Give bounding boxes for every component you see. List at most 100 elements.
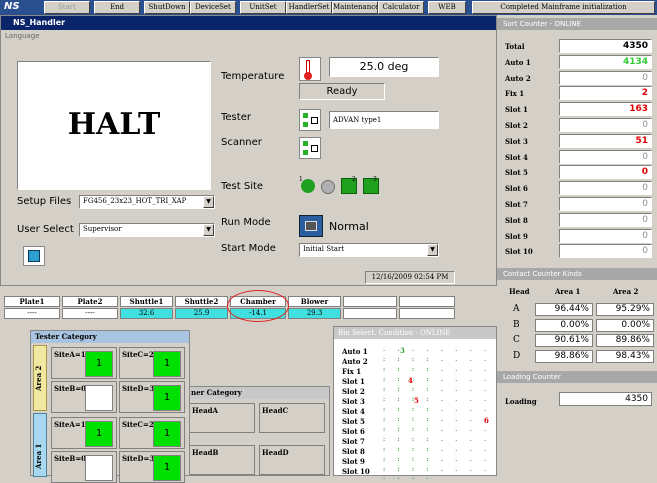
contact-row-area2: 95.29% bbox=[596, 303, 654, 316]
sort-row-label: Slot 7 bbox=[505, 200, 528, 209]
sort-row-value: 0 bbox=[559, 212, 652, 227]
tester-site-label: SiteA=1 bbox=[54, 420, 86, 429]
tester-site-value bbox=[85, 385, 113, 411]
tester-icon bbox=[299, 109, 321, 131]
web-button[interactable]: WEB bbox=[428, 1, 466, 14]
bin-row-label: Fix 1 bbox=[342, 367, 362, 376]
sort-row-value: 163 bbox=[559, 102, 652, 117]
run-mode-label: Run Mode bbox=[221, 217, 271, 228]
sort-row-label: Slot 6 bbox=[505, 184, 528, 194]
tester-site-box[interactable]: SiteA=1 1 bbox=[51, 347, 117, 379]
sort-row-label: Slot 5 bbox=[505, 168, 528, 178]
contact-row-head: D bbox=[513, 350, 521, 361]
plate2-value: ---- bbox=[62, 308, 118, 319]
sort-row-value: 2 bbox=[559, 86, 652, 101]
bin-row-label: Slot 6 bbox=[342, 427, 365, 436]
sort-row-label: Slot 10 bbox=[505, 247, 533, 257]
halt-display: HALT bbox=[17, 61, 211, 190]
tester-site-box[interactable]: SiteB=0 bbox=[51, 451, 117, 483]
thermometer-icon bbox=[299, 57, 321, 81]
tester-site-box[interactable]: SiteD=3 1 bbox=[119, 451, 185, 483]
chamber-highlight-circle bbox=[227, 290, 289, 322]
tester-site-value: 1 bbox=[153, 385, 181, 411]
sort-row-value: 0 bbox=[559, 244, 652, 259]
sort-row-label: Slot 4 bbox=[505, 152, 528, 162]
chevron-down-icon[interactable]: ▼ bbox=[427, 244, 438, 256]
sort-row-value: 0 bbox=[559, 165, 652, 180]
tester-site-box[interactable]: SiteA=1 1 bbox=[51, 417, 117, 449]
chevron-down-icon[interactable]: ▼ bbox=[203, 224, 214, 236]
empty-value-1 bbox=[343, 308, 397, 319]
door-icon[interactable] bbox=[23, 246, 45, 266]
top-toolbar: NS Start End ShutDown DeviceSet UnitSet … bbox=[0, 0, 657, 15]
tester-site-box[interactable]: SiteC=2 1 bbox=[119, 347, 185, 379]
sort-row-value: 0 bbox=[559, 70, 652, 85]
plate1-header: Plate1 bbox=[4, 296, 60, 307]
area1-label: Area 1 bbox=[34, 443, 43, 469]
deviceset-button[interactable]: DeviceSet bbox=[190, 1, 236, 14]
calculator-button[interactable]: Calculator bbox=[378, 1, 424, 14]
bin-row-dots: · · · · · · · · · · · · bbox=[382, 467, 491, 483]
tester-site-label: SiteB=0 bbox=[54, 384, 87, 393]
bin-row-label: Slot 5 bbox=[342, 417, 365, 426]
contact-row-head: B bbox=[513, 319, 520, 330]
shutdown-button[interactable]: ShutDown bbox=[144, 1, 190, 14]
bin-row-label: Slot 9 bbox=[342, 457, 365, 466]
shuttle2-header: Shuttle2 bbox=[175, 296, 228, 307]
right-panel: Sort Counter - ONLINE Total 4350 Auto 1 413… bbox=[497, 15, 657, 476]
start-mode-select[interactable]: Initial Start ▼ bbox=[299, 243, 439, 257]
tester-category-window: Tester Category Area 2 Area 1 SiteA=1 1 Si… bbox=[30, 330, 190, 483]
setup-files-select[interactable]: FG456_23x23_HOT_TRI_XAP ▼ bbox=[79, 195, 215, 209]
bin-row-label: Slot 4 bbox=[342, 407, 365, 416]
tester-site-value: 1 bbox=[153, 351, 181, 377]
main-window: NS_Handler Language HALT Temperature 25.… bbox=[0, 15, 497, 286]
bin-row-label: Slot 2 bbox=[342, 387, 365, 396]
contact-area1-header: Area 1 bbox=[555, 287, 581, 296]
setup-files-value: FG456_23x23_HOT_TRI_XAP bbox=[83, 197, 187, 205]
end-button[interactable]: End bbox=[94, 1, 140, 14]
tester-site-value: 1 bbox=[85, 421, 113, 447]
user-select-label: User Select bbox=[17, 224, 74, 235]
shuttle1-value: 32.6 bbox=[120, 308, 173, 319]
test-site-label: Test Site bbox=[221, 181, 264, 192]
language-menu[interactable]: Language bbox=[5, 32, 40, 40]
chevron-down-icon[interactable]: ▼ bbox=[203, 196, 214, 208]
unitset-button[interactable]: UnitSet bbox=[240, 1, 286, 14]
tester-label: Tester bbox=[221, 112, 251, 123]
sort-row-value: 0 bbox=[559, 118, 652, 132]
shuttle1-header: Shuttle1 bbox=[120, 296, 173, 307]
site-1-icon bbox=[301, 179, 315, 193]
handler-category-window: ner Category HeadA HeadC HeadB HeadD bbox=[186, 386, 330, 476]
sort-row-label: Slot 2 bbox=[505, 121, 528, 130]
contact-area2-header: Area 2 bbox=[613, 287, 639, 296]
bin-row-label: Auto 1 bbox=[342, 347, 368, 356]
sort-row-value: 0 bbox=[559, 149, 652, 164]
sort-row-value: 0 bbox=[559, 228, 652, 243]
bin-row-label: Slot 3 bbox=[342, 397, 365, 406]
scanner-label: Scanner bbox=[221, 137, 262, 148]
maintenance-button[interactable]: Maintenance bbox=[332, 1, 379, 14]
handler-category-title: ner Category bbox=[187, 387, 329, 399]
tester-site-box[interactable]: SiteB=0 bbox=[51, 381, 117, 413]
sort-counter-title: Sort Counter - ONLINE bbox=[497, 18, 657, 30]
temperature-label: Temperature bbox=[221, 71, 285, 82]
loading-label: Loading bbox=[505, 397, 537, 406]
contact-row-area2: 98.43% bbox=[596, 349, 654, 363]
tester-site-label: SiteA=1 bbox=[54, 350, 86, 359]
sort-row-label: Slot 8 bbox=[505, 215, 528, 225]
contact-row-area1: 96.44% bbox=[535, 303, 593, 316]
area2-label: Area 2 bbox=[34, 365, 43, 391]
start-button[interactable]: Start bbox=[44, 1, 90, 14]
tester-site-box[interactable]: SiteC=2 1 bbox=[119, 417, 185, 449]
tester-site-box[interactable]: SiteD=3 1 bbox=[119, 381, 185, 413]
tester-category-title: Tester Category bbox=[31, 331, 189, 343]
temperature-position-bar: Plate1 Plate2 Shuttle1 Shuttle2 Chamber … bbox=[0, 290, 497, 322]
temperature-value: 25.0 deg bbox=[329, 57, 439, 77]
contact-row-area1: 90.61% bbox=[535, 334, 593, 347]
tester-site-label: SiteD=3 bbox=[122, 454, 155, 463]
user-select-select[interactable]: Supervisor ▼ bbox=[79, 223, 215, 237]
handlerset-button[interactable]: HandlerSet bbox=[286, 1, 332, 14]
bin-row-mark: 3 bbox=[400, 346, 405, 355]
bin-row-mark: 6 bbox=[484, 416, 489, 425]
site-1-label: 1 bbox=[299, 176, 303, 183]
